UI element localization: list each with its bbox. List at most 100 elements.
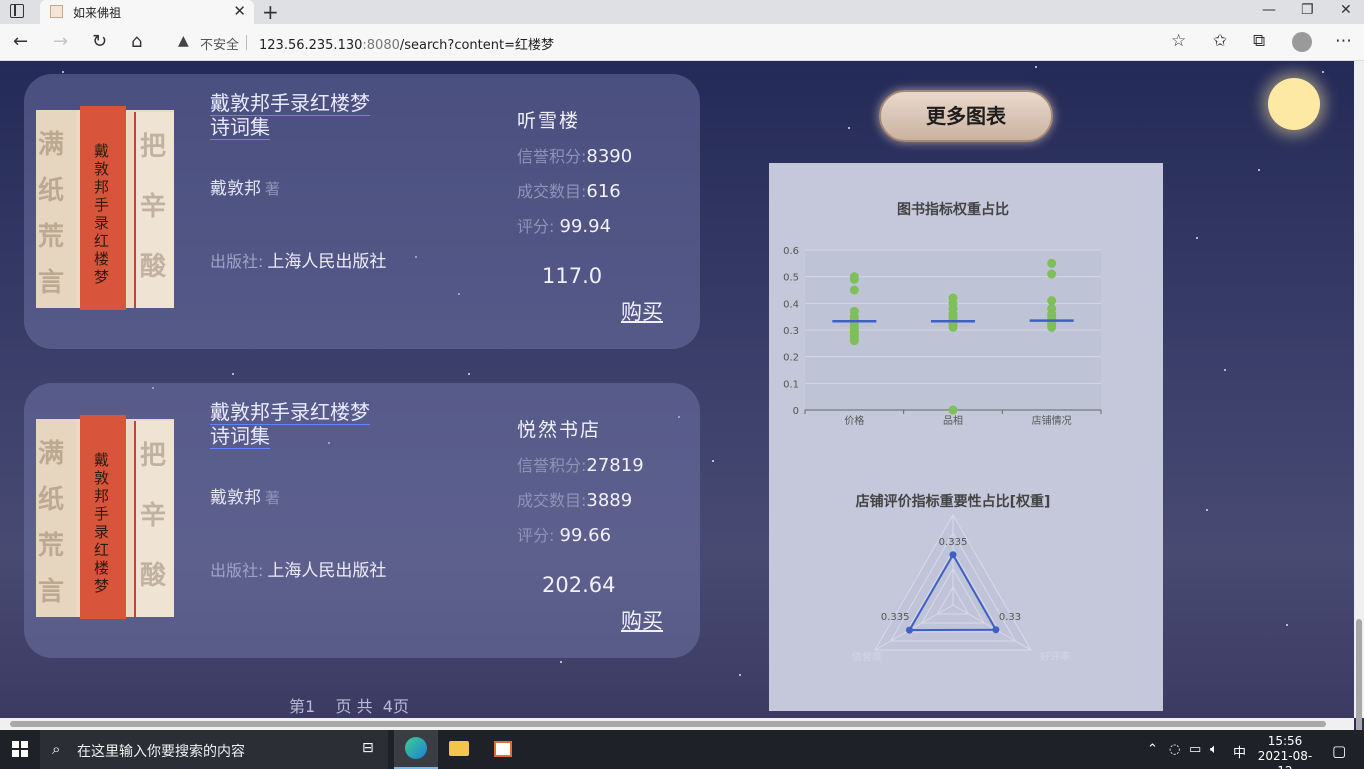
windows-start-icon[interactable] — [12, 741, 28, 757]
ime-indicator[interactable]: 中 — [1233, 742, 1246, 761]
chart2-point — [949, 551, 957, 559]
restore-icon[interactable]: ❐ — [1301, 2, 1314, 18]
buy-button[interactable]: 购买 — [621, 296, 663, 326]
chart2-title: 店铺评价指标重要性占比[权重] — [856, 493, 1051, 510]
publisher-value: 上海人民出版社 — [267, 252, 387, 272]
book-cover-image[interactable]: 满 纸 荒 言 戴敦邦手录红楼梦 把 辛 酸 — [36, 415, 174, 619]
back-icon[interactable]: ← — [13, 31, 28, 52]
tab-title: 如来佛祖 — [73, 6, 122, 20]
address-divider — [246, 35, 247, 50]
new-tab-icon[interactable]: + — [262, 0, 279, 24]
score-value: 99.66 — [559, 525, 612, 546]
task-view-icon[interactable]: ⊟ — [348, 730, 392, 769]
pager-current: 第1 — [289, 697, 316, 716]
deals-value: 616 — [586, 181, 621, 202]
book-cover-image[interactable]: 满 纸 荒 言 戴敦邦手录红楼梦 把 辛 酸 — [36, 106, 174, 310]
minimize-icon[interactable]: — — [1262, 2, 1276, 18]
book-publisher: 出版社: 上海人民出版社 — [210, 556, 386, 581]
horizontal-scrollbar[interactable] — [0, 718, 1354, 730]
chart1-point — [948, 405, 958, 415]
book-price: 117.0 — [542, 264, 603, 288]
address-bar[interactable]: ▲ 不安全 123.56.235.130:8080/search?content… — [168, 29, 1192, 56]
more-charts-button[interactable]: 更多图表 — [879, 90, 1053, 142]
chart1-y-tick: 0.2 — [783, 353, 799, 364]
horizontal-scroll-thumb[interactable] — [10, 721, 1326, 727]
book-title-link[interactable]: 戴敦邦手录红楼梦 诗词集 — [210, 401, 390, 449]
publisher-label: 出版社: — [210, 252, 264, 271]
chart1-means — [832, 319, 1074, 323]
buy-button[interactable]: 购买 — [621, 605, 663, 635]
page-content: 满 纸 荒 言 戴敦邦手录红楼梦 把 辛 酸 戴敦邦手录红楼梦 诗词集 戴敦邦著… — [0, 61, 1354, 718]
chart1-y-tick: 0.1 — [783, 379, 799, 390]
pager-middle: 页 共 — [335, 697, 373, 716]
book-card: 满 纸 荒 言 戴敦邦手录红楼梦 把 辛 酸 戴敦邦手录红楼梦 诗词集 戴敦邦著… — [24, 383, 700, 658]
favorites-icon[interactable]: ✩ — [1213, 31, 1227, 51]
chart1-x-tick: 店铺情况 — [1032, 414, 1072, 427]
url-text[interactable]: 123.56.235.130:8080/search?content=红楼梦 — [259, 34, 554, 53]
battery-icon[interactable]: ▭ — [1189, 742, 1201, 757]
warning-icon: ▲ — [178, 33, 189, 49]
shop-name: 悦然书店 — [517, 419, 602, 441]
book-author: 戴敦邦著 — [210, 483, 280, 508]
chart1-x-tick: 价格 — [844, 414, 864, 427]
search-icon: ⌕ — [52, 740, 61, 758]
add-favorite-icon[interactable]: ☆ — [1171, 31, 1186, 51]
publisher-value: 上海人民出版社 — [267, 561, 387, 581]
credit-label: 信誉积分: — [517, 456, 587, 475]
url-port: :8080 — [362, 38, 400, 53]
browser-tab[interactable]: 如来佛祖 ✕ — [40, 0, 254, 24]
taskbar-clock[interactable]: 15:56 2021-08-12 — [1254, 734, 1316, 769]
book-price: 202.64 — [542, 573, 616, 597]
tray-chevron-icon[interactable]: ⌃ — [1147, 742, 1158, 757]
charts-svg: 图书指标权重占比 0 0.1 0.2 0.3 0.4 0.5 0.6 价格 品相 店铺情况 店铺… — [783, 201, 1102, 663]
home-icon[interactable]: ⌂ — [131, 31, 142, 52]
collections-icon[interactable]: ⧉ — [1253, 31, 1265, 51]
notification-icon[interactable]: ▢ — [1332, 742, 1346, 760]
profile-avatar[interactable] — [1292, 32, 1312, 52]
book-title-line1: 戴敦邦手录红楼梦 — [210, 91, 370, 116]
windows-taskbar: ⌕ 在这里输入你要搜索的内容 ⊟ ⌃ ◌ ▭ 🔈︎ 中 15:56 2021-0… — [0, 730, 1364, 769]
forward-icon[interactable]: → — [53, 31, 68, 52]
chart2-value-label: 0.33 — [999, 612, 1021, 623]
volume-icon[interactable]: 🔈︎ — [1210, 742, 1218, 757]
chart2-point — [992, 626, 1000, 634]
window-close-icon[interactable]: ✕ — [1340, 2, 1352, 18]
tab-close-icon[interactable]: ✕ — [233, 2, 246, 20]
tab-favicon-icon — [50, 5, 63, 18]
tab-actions-icon[interactable] — [10, 4, 24, 18]
file-explorer-icon[interactable] — [437, 730, 481, 769]
more-menu-icon[interactable]: ⋯ — [1335, 31, 1352, 51]
chart2-radar: 信誉度 好评率 0.335 0.335 0.33 — [852, 514, 1070, 663]
book-title-link[interactable]: 戴敦邦手录红楼梦 诗词集 — [210, 92, 390, 140]
credit-label: 信誉积分: — [517, 147, 587, 166]
vertical-scrollbar[interactable] — [1354, 61, 1364, 759]
score-value: 99.94 — [559, 216, 612, 237]
edge-taskbar-icon[interactable] — [394, 730, 438, 769]
chart1-title: 图书指标权重占比 — [897, 201, 1009, 218]
score-label: 评分: — [517, 217, 555, 236]
book-author: 戴敦邦著 — [210, 174, 280, 199]
tab-bar: 如来佛祖 ✕ + — ❐ ✕ — [0, 0, 1364, 24]
author-name: 戴敦邦 — [210, 488, 261, 508]
chart1-point — [849, 336, 859, 346]
chart2-point — [905, 626, 913, 634]
chart1-y-axis: 0 0.1 0.2 0.3 0.4 0.5 0.6 — [783, 246, 799, 417]
book-title-line1: 戴敦邦手录红楼梦 — [210, 400, 370, 425]
refresh-icon[interactable]: ↻ — [92, 31, 107, 52]
network-icon[interactable]: ◌ — [1169, 742, 1180, 757]
author-role: 著 — [265, 489, 281, 507]
book-publisher: 出版社: 上海人民出版社 — [210, 247, 386, 272]
rating: 评分: 99.94 — [517, 213, 611, 237]
score-label: 评分: — [517, 526, 555, 545]
shop-name: 听雪楼 — [517, 110, 581, 132]
moon-decoration — [1268, 78, 1320, 130]
chart1-y-tick: 0.4 — [783, 299, 799, 310]
browser-toolbar: ← → ↻ ⌂ ▲ 不安全 123.56.235.130:8080/search… — [0, 24, 1364, 61]
taskbar-search-box[interactable]: ⌕ 在这里输入你要搜索的内容 — [40, 730, 388, 769]
insecure-label[interactable]: 不安全 — [200, 34, 239, 53]
credit-value: 8390 — [586, 146, 633, 167]
credit-score: 信誉积分:27819 — [517, 452, 644, 476]
deals-value: 3889 — [586, 490, 633, 511]
paint-app-icon[interactable] — [481, 730, 525, 769]
clock-date: 2021-08-12 — [1257, 749, 1313, 769]
